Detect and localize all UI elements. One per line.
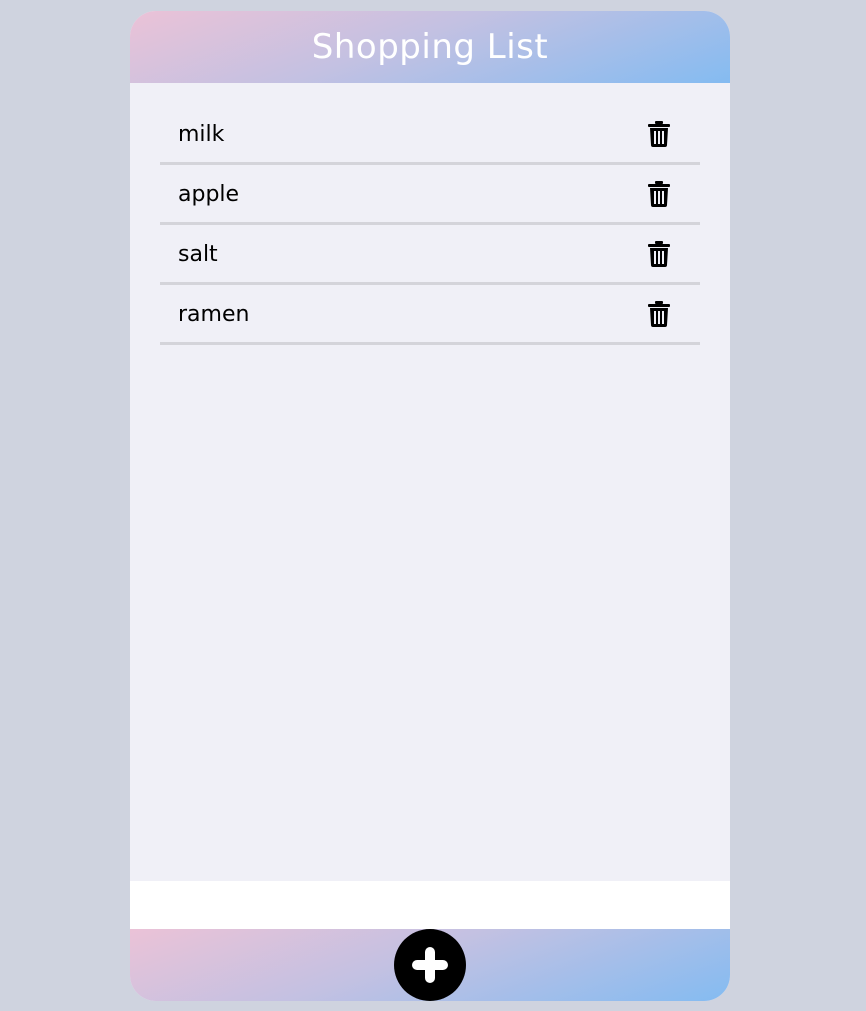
- shopping-list: milk apple salt ramen: [160, 105, 700, 345]
- trash-icon: [648, 181, 670, 207]
- delete-button[interactable]: [648, 239, 676, 269]
- trash-icon: [648, 241, 670, 267]
- add-item-button[interactable]: [394, 929, 466, 1001]
- list-item: ramen: [160, 285, 700, 345]
- list-item: apple: [160, 165, 700, 225]
- plus-icon: [412, 947, 448, 983]
- page-title: Shopping List: [311, 27, 549, 67]
- list-item-label: apple: [178, 182, 240, 207]
- list-item-label: salt: [178, 242, 218, 267]
- list-item-label: ramen: [178, 302, 250, 327]
- delete-button[interactable]: [648, 299, 676, 329]
- list-item: salt: [160, 225, 700, 285]
- list-item-label: milk: [178, 122, 225, 147]
- list-item: milk: [160, 105, 700, 165]
- trash-icon: [648, 301, 670, 327]
- delete-button[interactable]: [648, 179, 676, 209]
- new-item-input[interactable]: [130, 881, 730, 929]
- delete-button[interactable]: [648, 119, 676, 149]
- trash-icon: [648, 121, 670, 147]
- shopping-list-app: Shopping List milk apple salt ramen: [130, 11, 730, 1001]
- footer: [130, 929, 730, 1001]
- header: Shopping List: [130, 11, 730, 83]
